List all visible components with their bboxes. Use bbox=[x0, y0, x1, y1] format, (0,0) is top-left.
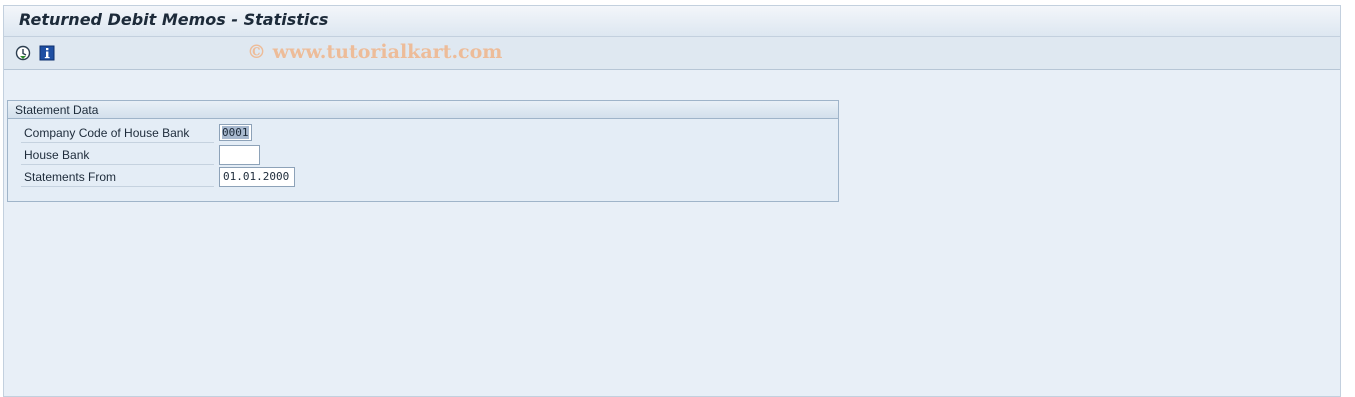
group-header: Statement Data bbox=[8, 101, 838, 119]
company-code-value: 0001 bbox=[222, 126, 249, 139]
info-icon[interactable] bbox=[39, 45, 55, 61]
company-code-field[interactable]: 0001 bbox=[219, 124, 252, 141]
group-title: Statement Data bbox=[15, 103, 99, 117]
statement-data-group: Statement Data Company Code of House Ban… bbox=[7, 100, 839, 202]
house-bank-label: House Bank bbox=[21, 145, 214, 165]
company-code-label: Company Code of House Bank bbox=[21, 123, 214, 143]
application-toolbar: © www.tutorialkart.com bbox=[4, 37, 1340, 70]
execute-icon[interactable] bbox=[15, 45, 31, 61]
main-window: Returned Debit Memos - Statistics © www.… bbox=[3, 5, 1341, 397]
watermark: © www.tutorialkart.com bbox=[247, 41, 503, 63]
title-bar: Returned Debit Memos - Statistics bbox=[4, 6, 1340, 37]
house-bank-field[interactable] bbox=[219, 145, 260, 165]
page-title: Returned Debit Memos - Statistics bbox=[19, 10, 329, 29]
statements-from-label: Statements From bbox=[21, 167, 214, 187]
statements-from-field[interactable]: 01.01.2000 bbox=[219, 167, 295, 187]
